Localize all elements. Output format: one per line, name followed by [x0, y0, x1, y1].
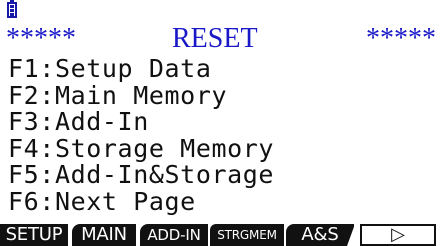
menu-item-next-page[interactable]: F6:Next Page [8, 188, 438, 216]
reset-title-line: ***** RESET ***** [6, 25, 436, 53]
calculator-screen: ***** RESET ***** F1:Setup Data F2:Main … [0, 0, 441, 246]
f3-add-in-key[interactable]: ADD-IN [140, 224, 208, 246]
f4-strgmem-key[interactable]: STRGMEM [210, 224, 284, 246]
status-bar [0, 0, 441, 22]
menu-item-add-in[interactable]: F3:Add-In [8, 109, 438, 136]
f6-next-arrow-key[interactable]: ▷ [360, 224, 436, 246]
title-stars-left: ***** [6, 23, 76, 54]
reset-menu-list: F1:Setup Data F2:Main Memory F3:Add-In F… [8, 55, 438, 216]
page-title: RESET [172, 23, 258, 54]
function-key-bar: SETUP MAIN ADD-IN STRGMEM A&S ▷ [0, 222, 441, 246]
menu-item-main-memory[interactable]: F2:Main Memory [8, 82, 438, 110]
menu-item-setup-data[interactable]: F1:Setup Data [8, 55, 438, 83]
menu-item-add-in-storage[interactable]: F5:Add-In&Storage [8, 162, 438, 189]
menu-item-storage-memory[interactable]: F4:Storage Memory [8, 135, 438, 163]
f5-add-in-storage-key[interactable]: A&S [286, 224, 354, 246]
f1-setup-key[interactable]: SETUP [0, 224, 68, 246]
title-stars-right: ***** [366, 23, 436, 54]
battery-icon [7, 0, 17, 18]
f2-main-key[interactable]: MAIN [72, 224, 136, 246]
